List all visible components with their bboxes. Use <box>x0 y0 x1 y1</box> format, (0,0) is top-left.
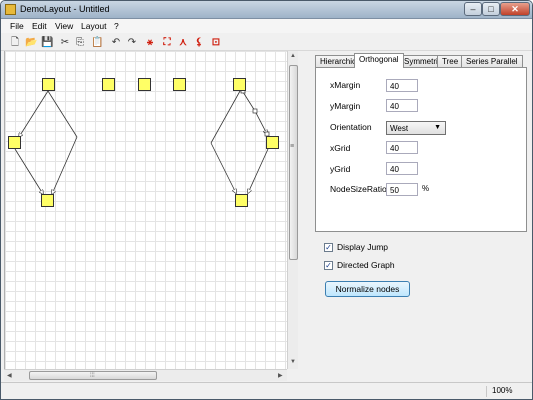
layout-icon-5[interactable]: ⊡ <box>210 37 222 48</box>
graph-edge <box>210 142 236 193</box>
horizontal-scroll-thumb[interactable]: ⦙⦙⦙ <box>29 371 157 380</box>
nodesizeratio-label: NodeSizeRatio <box>330 184 387 194</box>
layout-icon-3[interactable]: ⋏ <box>177 37 189 48</box>
percent-suffix: % <box>422 184 430 193</box>
layout-icon-2[interactable]: ⛶ <box>161 37 173 48</box>
copy-icon[interactable]: ⎘ <box>74 37 86 48</box>
graph-edges <box>14 88 270 369</box>
edge-bend-handle[interactable] <box>252 108 258 114</box>
directed-graph-checkbox[interactable]: ✓ <box>324 261 333 270</box>
graph-node[interactable] <box>41 194 54 207</box>
status-bar: 100% <box>1 382 532 399</box>
paste-icon[interactable]: 📋 <box>91 37 103 48</box>
app-window: DemoLayout - Untitled – □ ✕ File Edit Vi… <box>0 0 533 400</box>
display-jump-label: Display Jump <box>337 242 389 252</box>
ymargin-input[interactable]: 40 <box>386 99 418 112</box>
menu-bar: File Edit View Layout ? <box>1 19 532 33</box>
cut-icon[interactable]: ✂ <box>59 37 71 48</box>
app-icon <box>5 4 16 15</box>
vertical-scrollbar[interactable]: ▲ ≡ ▼ <box>287 51 298 369</box>
close-button[interactable]: ✕ <box>500 2 530 16</box>
graph-edge <box>14 148 43 194</box>
layout-icon-4[interactable]: ⚸ <box>193 37 205 48</box>
scroll-up-icon[interactable]: ▲ <box>290 53 296 59</box>
layout-tabs: Hierarchic Orthogonal Symmetric Tree Ser… <box>315 53 527 68</box>
menu-view[interactable]: View <box>55 21 73 31</box>
graph-node[interactable] <box>138 78 151 91</box>
graph-node[interactable] <box>233 78 246 91</box>
xgrid-input[interactable]: 40 <box>386 141 418 154</box>
ygrid-input[interactable]: 40 <box>386 162 418 175</box>
diagram-canvas[interactable] <box>4 51 287 369</box>
vertical-scroll-thumb[interactable] <box>289 65 298 260</box>
graph-edge <box>52 136 78 194</box>
xmargin-input[interactable]: 40 <box>386 79 418 92</box>
graph-edge <box>19 90 49 137</box>
redo-icon[interactable]: ↷ <box>126 37 138 48</box>
xgrid-label: xGrid <box>330 143 351 153</box>
save-icon[interactable]: 💾 <box>41 37 53 48</box>
tab-orthogonal[interactable]: Orthogonal <box>354 53 404 68</box>
undo-icon[interactable]: ↶ <box>110 37 122 48</box>
directed-graph-label: Directed Graph <box>337 260 395 270</box>
normalize-nodes-button[interactable]: Normalize nodes <box>325 281 410 297</box>
menu-file[interactable]: File <box>10 21 24 31</box>
scroll-right-icon[interactable]: ▶ <box>278 372 283 379</box>
graph-node[interactable] <box>266 136 279 149</box>
graph-node[interactable] <box>42 78 55 91</box>
minimize-button[interactable]: – <box>464 2 482 16</box>
orientation-value: West <box>390 124 409 133</box>
graph-edge <box>47 90 78 138</box>
tab-series-parallel[interactable]: Series Parallel <box>461 55 523 67</box>
graph-edge <box>210 90 241 144</box>
xmargin-label: xMargin <box>330 80 361 90</box>
ygrid-label: yGrid <box>330 164 351 174</box>
open-icon[interactable]: 📂 <box>25 37 37 48</box>
menu-help[interactable]: ? <box>114 21 119 31</box>
orientation-select[interactable]: West ▼ <box>386 121 446 135</box>
grip-icon: ⦙⦙⦙ <box>90 372 95 379</box>
title-bar[interactable]: DemoLayout - Untitled – □ ✕ <box>1 1 532 19</box>
menu-layout[interactable]: Layout <box>81 21 107 31</box>
ymargin-label: yMargin <box>330 101 361 111</box>
window-title: DemoLayout - Untitled <box>20 4 110 14</box>
tab-tree[interactable]: Tree <box>437 55 464 67</box>
grip-icon: ≡ <box>290 143 295 150</box>
graph-node[interactable] <box>102 78 115 91</box>
nodesizeratio-input[interactable]: 50 <box>386 183 418 196</box>
graph-node[interactable] <box>235 194 248 207</box>
horizontal-scrollbar[interactable]: ◀ ⦙⦙⦙ ▶ <box>4 369 287 381</box>
orientation-label: Orientation <box>330 122 372 132</box>
new-icon[interactable]: 🗋 <box>9 37 21 48</box>
menu-edit[interactable]: Edit <box>32 21 47 31</box>
graph-edge <box>248 148 269 193</box>
zoom-level: 100% <box>486 386 528 397</box>
toolbar: 🗋 📂 💾 ✂ ⎘ 📋 ↶ ↷ ⚹ ⛶ ⋏ ⚸ ⊡ <box>1 34 532 51</box>
scroll-left-icon[interactable]: ◀ <box>7 372 12 379</box>
layout-icon-1[interactable]: ⚹ <box>144 37 156 48</box>
graph-node[interactable] <box>8 136 21 149</box>
maximize-button[interactable]: □ <box>482 2 500 16</box>
chevron-down-icon: ▼ <box>434 124 441 131</box>
display-jump-checkbox[interactable]: ✓ <box>324 243 333 252</box>
orthogonal-settings-panel: xMargin 40 yMargin 40 Orientation West ▼… <box>315 67 527 232</box>
graph-node[interactable] <box>173 78 186 91</box>
scroll-down-icon[interactable]: ▼ <box>290 359 296 365</box>
